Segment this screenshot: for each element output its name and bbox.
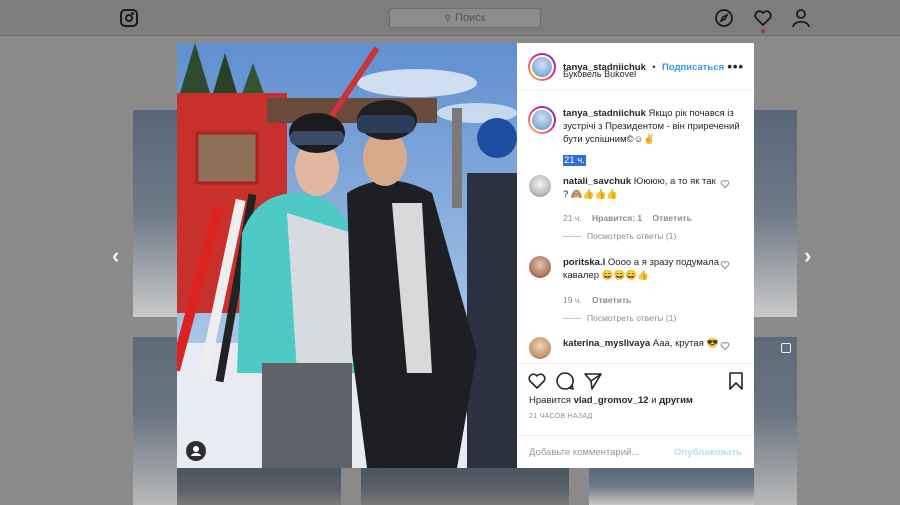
commenter-username[interactable]: natali_savchuk (563, 176, 631, 187)
post-header: tanya_stadniichuk • Подписаться Буковель… (517, 43, 754, 91)
comment-item: katerina_myslivaya Ааа, крутая 😎 (529, 337, 744, 362)
search-input[interactable]: ⚲ Поиск (389, 8, 541, 28)
post-photo[interactable] (177, 43, 517, 468)
author-avatar[interactable] (528, 53, 556, 81)
background-post-thumbnail[interactable] (754, 110, 797, 317)
caption-author-avatar[interactable] (528, 106, 556, 134)
replies-divider (563, 235, 581, 237)
comment-item: natali_savchuk Юююю, а то як так ? 🙈👍👍👍 … (529, 175, 744, 255)
comment-like-heart-icon[interactable] (720, 260, 730, 270)
background-post-thumbnail[interactable] (133, 337, 177, 505)
post-details-panel: tanya_stadniichuk • Подписаться Буковель… (517, 43, 754, 468)
comment-body: poritska.l Оооо а я зразу подумала кавал… (563, 256, 723, 282)
background-post-thumbnail[interactable] (361, 468, 569, 505)
background-post-thumbnail[interactable] (133, 110, 177, 317)
instagram-logo-icon[interactable] (120, 9, 138, 27)
top-navigation-bar: ⚲ Поиск (0, 0, 900, 36)
comment-item: poritska.l Оооо а я зразу подумала кавал… (529, 256, 744, 336)
comment-text: Ааа, крутая 😎 (652, 338, 719, 349)
ski-resort-photo (177, 43, 517, 468)
more-options-icon[interactable]: ••• (727, 59, 744, 74)
comment-bubble-icon[interactable] (555, 371, 575, 391)
commenter-avatar[interactable] (529, 175, 551, 197)
background-post-thumbnail[interactable] (589, 468, 754, 505)
save-bookmark-icon[interactable] (727, 371, 745, 391)
commenter-username[interactable]: poritska.l (563, 257, 605, 268)
add-comment-input[interactable]: Добавьте комментарий... (529, 447, 639, 458)
comment-time[interactable]: 21 ч. (563, 213, 582, 223)
commenter-username[interactable]: katerina_myslivaya (563, 338, 650, 349)
likes-conjunction: и (651, 395, 657, 406)
comment-body: natali_savchuk Юююю, а то як так ? 🙈👍👍👍 (563, 175, 723, 201)
likes-others-link[interactable]: другим (659, 395, 693, 406)
replies-divider (563, 317, 581, 319)
caption-username[interactable]: tanya_stadniichuk (563, 108, 646, 119)
like-heart-icon[interactable] (527, 371, 547, 391)
publish-comment-button[interactable]: Опубликовать (674, 447, 742, 458)
comment-reply-button[interactable]: Ответить (592, 295, 631, 305)
likes-summary: Нравится vlad_gromov_12 и другим (529, 395, 693, 406)
view-replies-button[interactable]: Посмотреть ответы (1) (563, 231, 676, 241)
explore-compass-icon[interactable] (714, 8, 734, 28)
comment-like-heart-icon[interactable] (720, 179, 730, 189)
background-post-thumbnail[interactable] (177, 468, 341, 505)
multiple-photos-icon (781, 343, 791, 353)
next-post-arrow-icon[interactable]: › (804, 245, 818, 267)
tagged-users-button[interactable] (186, 441, 206, 461)
search-icon: ⚲ (444, 12, 452, 23)
background-post-thumbnail[interactable] (754, 337, 797, 505)
follow-button[interactable]: Подписаться (662, 62, 724, 73)
comment-likes-count[interactable]: Нравится: 1 (592, 213, 642, 223)
header-separator: • (652, 62, 656, 72)
search-placeholder: Поиск (455, 12, 486, 24)
comment-meta: 21 ч. Нравится: 1 Ответить (563, 213, 692, 223)
user-tag-icon (191, 446, 201, 456)
share-send-icon[interactable] (583, 371, 603, 391)
commenter-avatar[interactable] (529, 256, 551, 278)
likes-prefix: Нравится (529, 395, 571, 406)
commenter-avatar[interactable] (529, 337, 551, 359)
view-replies-label: Посмотреть ответы (1) (587, 313, 677, 323)
add-comment-form: Добавьте комментарий... Опубликовать (517, 435, 754, 468)
post-caption: tanya_stadniichuk Якщо рік почався із зу… (563, 107, 743, 146)
view-replies-button[interactable]: Посмотреть ответы (1) (563, 313, 676, 323)
comment-reply-button[interactable]: Ответить (653, 213, 692, 223)
previous-post-arrow-icon[interactable]: ‹ (112, 245, 126, 267)
likes-user-link[interactable]: vlad_gromov_12 (574, 395, 649, 406)
comment-meta: 19 ч. Ответить (563, 295, 631, 305)
post-location[interactable]: Буковель Bukovel (563, 69, 636, 79)
comment-like-heart-icon[interactable] (720, 341, 730, 351)
view-replies-label: Посмотреть ответы (1) (587, 231, 677, 241)
comment-body: katerina_myslivaya Ааа, крутая 😎 (563, 337, 723, 350)
post-actions-bar (517, 363, 754, 399)
activity-heart-icon[interactable] (753, 8, 773, 28)
caption-timestamp[interactable]: 21 ч. (563, 155, 586, 166)
profile-user-icon[interactable] (791, 8, 811, 28)
notification-dot (761, 29, 765, 33)
comment-time[interactable]: 19 ч. (563, 295, 582, 305)
comments-scroll-area[interactable]: tanya_stadniichuk Якщо рік почався із зу… (517, 92, 754, 362)
post-timestamp[interactable]: 21 ЧАСОВ НАЗАД (529, 413, 593, 420)
